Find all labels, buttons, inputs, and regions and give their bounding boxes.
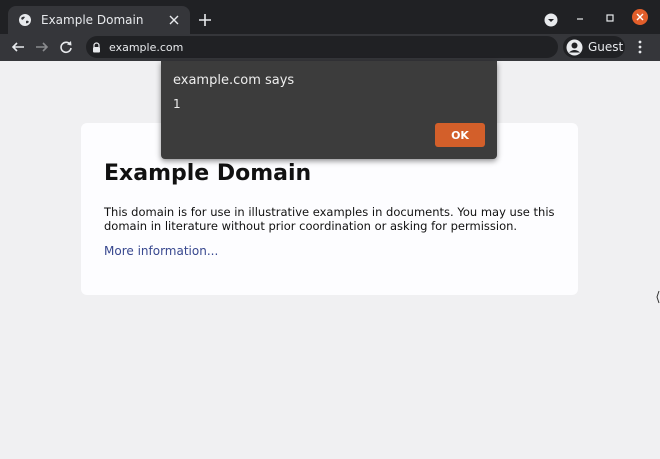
reload-icon[interactable] <box>57 38 75 56</box>
page-body-text: This domain is for use in illustrative e… <box>104 205 555 233</box>
page-heading: Example Domain <box>104 161 312 186</box>
minimize-icon[interactable] <box>571 9 589 27</box>
browser-toolbar: example.com Guest <box>0 34 660 61</box>
tab-search-icon[interactable] <box>544 12 558 27</box>
tab-strip: Example Domain <box>0 0 660 34</box>
url-text: example.com <box>109 40 184 54</box>
back-arrow-icon[interactable] <box>9 38 27 56</box>
dialog-message: 1 <box>173 97 181 111</box>
maximize-icon[interactable] <box>601 9 619 27</box>
ok-button[interactable]: OK <box>435 123 485 147</box>
tab-title: Example Domain <box>41 13 144 27</box>
resize-handle[interactable] <box>656 289 660 305</box>
browser-tab[interactable]: Example Domain <box>8 6 190 34</box>
lock-icon[interactable] <box>92 41 101 53</box>
dialog-title: example.com says <box>173 73 295 88</box>
alert-dialog: example.com says 1 OK <box>161 61 497 159</box>
profile-label: Guest <box>588 40 624 54</box>
avatar-icon <box>566 39 583 56</box>
new-tab-plus-icon[interactable] <box>196 11 214 29</box>
window-close-icon[interactable] <box>631 8 649 26</box>
address-bar[interactable]: example.com <box>86 36 558 58</box>
profile-button[interactable]: Guest <box>563 36 625 58</box>
more-information-link[interactable]: More information... <box>104 244 218 258</box>
menu-kebab-icon[interactable] <box>631 38 649 56</box>
tab-close-icon[interactable] <box>166 12 182 28</box>
globe-icon <box>18 13 32 27</box>
forward-arrow-icon[interactable] <box>33 38 51 56</box>
